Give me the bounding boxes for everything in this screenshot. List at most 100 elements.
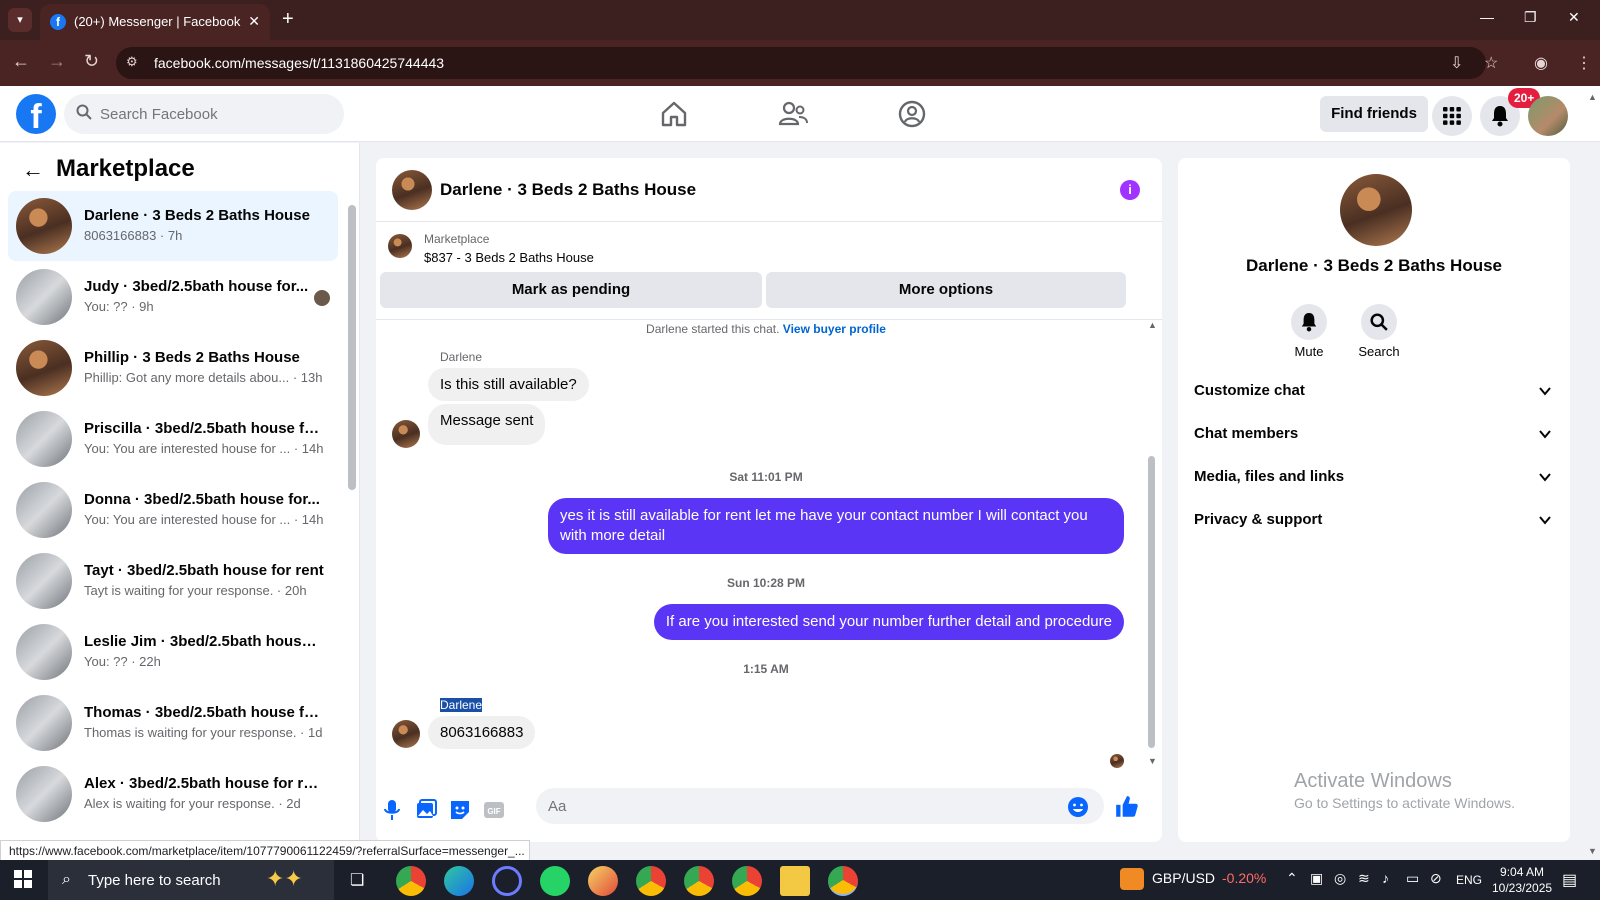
address-bar[interactable]: ⚙ facebook.com/messages/t/11318604257444… bbox=[116, 47, 1486, 79]
listing-thumbnail[interactable] bbox=[388, 234, 412, 258]
conversation-item[interactable]: Leslie Jim · 3bed/2.5bath house ... You:… bbox=[8, 617, 338, 687]
profile-icon[interactable]: ◉ bbox=[1534, 53, 1548, 73]
privacy-support-section[interactable]: Privacy & support bbox=[1194, 501, 1554, 541]
page-scroll-down-icon[interactable]: ▼ bbox=[1588, 846, 1597, 856]
back-arrow-icon[interactable]: ← bbox=[22, 157, 44, 183]
tab-search-dropdown-icon[interactable]: ▾ bbox=[8, 8, 32, 32]
file-explorer-icon[interactable] bbox=[780, 866, 810, 896]
view-buyer-profile-link[interactable]: View buyer profile bbox=[783, 322, 886, 336]
conversation-item[interactable]: Tayt · 3bed/2.5bath house for rent Tayt … bbox=[8, 546, 338, 616]
site-info-icon[interactable]: ⚙ bbox=[126, 54, 138, 70]
whatsapp-app-icon[interactable] bbox=[540, 866, 570, 896]
mark-as-pending-button[interactable]: Mark as pending bbox=[380, 272, 762, 308]
battery-icon[interactable]: ▭ bbox=[1406, 870, 1419, 887]
incoming-message[interactable]: Is this still available? bbox=[428, 368, 589, 401]
chrome-profile-icon[interactable] bbox=[636, 866, 666, 896]
conversation-item[interactable]: Judy · 3bed/2.5bath house for... You: ??… bbox=[8, 262, 338, 332]
media-files-links-section[interactable]: Media, files and links bbox=[1194, 458, 1554, 498]
chrome-app-icon[interactable] bbox=[396, 866, 426, 896]
sender-avatar[interactable] bbox=[392, 420, 420, 448]
network-off-icon[interactable]: ⊘ bbox=[1430, 870, 1442, 887]
wifi-icon[interactable]: ≋ bbox=[1358, 870, 1370, 887]
task-view-icon[interactable]: ❏ bbox=[350, 870, 364, 890]
profile-avatar[interactable] bbox=[1340, 174, 1412, 246]
mute-button[interactable]: Mute bbox=[1274, 304, 1344, 359]
customize-chat-section[interactable]: Customize chat bbox=[1194, 372, 1554, 412]
notification-center-icon[interactable]: ▤ bbox=[1562, 870, 1577, 890]
app-icon[interactable] bbox=[492, 866, 522, 896]
minimize-icon[interactable]: — bbox=[1480, 9, 1494, 25]
friends-icon[interactable] bbox=[777, 98, 809, 130]
list-scrollbar[interactable] bbox=[348, 205, 356, 490]
mute-label: Mute bbox=[1294, 344, 1324, 359]
window-close-icon[interactable]: ✕ bbox=[1568, 9, 1580, 26]
outgoing-message[interactable]: If are you interested send your number f… bbox=[653, 604, 1124, 640]
sender-avatar[interactable] bbox=[392, 720, 420, 748]
groups-icon[interactable] bbox=[896, 98, 928, 130]
conversation-item[interactable]: Thomas · 3bed/2.5bath house fo... Thomas… bbox=[8, 688, 338, 758]
new-tab-icon[interactable]: + bbox=[282, 8, 294, 31]
incoming-message[interactable]: 8063166883 bbox=[428, 716, 536, 749]
find-friends-button[interactable]: Find friends bbox=[1320, 96, 1428, 132]
more-options-button[interactable]: More options bbox=[766, 272, 1126, 308]
chat-avatar[interactable] bbox=[392, 170, 432, 210]
tab-close-icon[interactable]: ✕ bbox=[248, 13, 260, 30]
clock-date: 10/23/2025 bbox=[1492, 881, 1553, 895]
reload-icon[interactable]: ↻ bbox=[84, 51, 99, 72]
ticker-icon[interactable] bbox=[1120, 868, 1144, 890]
conversation-item[interactable]: Donna · 3bed/2.5bath house for... You: Y… bbox=[8, 475, 338, 545]
install-app-icon[interactable]: ⇩ bbox=[1450, 53, 1463, 73]
chrome-profile-icon[interactable] bbox=[684, 866, 714, 896]
edge-app-icon[interactable] bbox=[444, 866, 474, 896]
search-input[interactable] bbox=[100, 102, 330, 126]
microphone-icon[interactable] bbox=[380, 798, 404, 822]
chat-title[interactable]: Darlene · 3 Beds 2 Baths House bbox=[440, 180, 696, 200]
chat-members-section[interactable]: Chat members bbox=[1194, 415, 1554, 455]
home-icon[interactable] bbox=[658, 98, 690, 130]
browser-tab[interactable]: f (20+) Messenger | Facebook ✕ bbox=[40, 4, 270, 40]
scroll-up-arrow-icon[interactable]: ▲ bbox=[1148, 320, 1157, 330]
conversation-item[interactable]: Darlene · 3 Beds 2 Baths House 806316688… bbox=[8, 191, 338, 261]
search-in-chat-button[interactable]: Search bbox=[1344, 304, 1414, 359]
conversation-item[interactable]: Phillip · 3 Beds 2 Baths House Phillip: … bbox=[8, 333, 338, 403]
conversation-item[interactable]: Priscilla · 3bed/2.5bath house fo... You… bbox=[8, 404, 338, 474]
back-icon[interactable]: ← bbox=[12, 51, 30, 72]
thread-scrollbar[interactable] bbox=[1148, 456, 1155, 748]
account-avatar[interactable] bbox=[1528, 96, 1568, 136]
like-thumb-icon[interactable] bbox=[1114, 794, 1140, 820]
page-scroll-up-icon[interactable]: ▲ bbox=[1588, 92, 1597, 102]
forward-icon[interactable]: → bbox=[48, 51, 66, 72]
conversation-name: Thomas · 3bed/2.5bath house fo... bbox=[84, 704, 324, 721]
address-url: facebook.com/messages/t/1131860425744443 bbox=[154, 55, 445, 71]
photo-icon[interactable] bbox=[414, 798, 438, 822]
facebook-logo-icon[interactable]: f bbox=[16, 94, 56, 134]
conversation-item[interactable]: Alex · 3bed/2.5bath house for re... Alex… bbox=[8, 759, 338, 829]
avatar bbox=[16, 553, 72, 609]
gif-icon[interactable]: GIF bbox=[482, 798, 506, 822]
conversation-preview: You: ?? · 22h bbox=[84, 654, 161, 669]
chrome-profile-icon[interactable] bbox=[732, 866, 762, 896]
listing-title[interactable]: $837 - 3 Beds 2 Baths House bbox=[424, 250, 594, 265]
menu-grid-button[interactable] bbox=[1432, 96, 1472, 136]
volume-icon[interactable]: ♪ bbox=[1382, 870, 1389, 886]
emoji-icon[interactable] bbox=[1066, 795, 1090, 819]
restore-icon[interactable]: ❐ bbox=[1524, 9, 1537, 26]
info-icon[interactable]: i bbox=[1120, 180, 1140, 200]
incoming-message[interactable]: Message sent bbox=[428, 404, 546, 445]
taskbar-clock[interactable]: 9:04 AM 10/23/2025 bbox=[1492, 864, 1552, 896]
wpm-app-icon[interactable] bbox=[588, 866, 618, 896]
message-input[interactable] bbox=[536, 788, 1104, 824]
tray-app-icon[interactable]: ▣ bbox=[1310, 870, 1323, 887]
windows-start-icon[interactable] bbox=[14, 870, 32, 888]
tray-webcam-icon[interactable]: ◎ bbox=[1334, 870, 1346, 887]
chrome-menu-icon[interactable]: ⋮ bbox=[1576, 53, 1592, 73]
facebook-search[interactable] bbox=[64, 94, 344, 134]
taskbar-search[interactable]: ⌕ Type here to search ✦✦ bbox=[48, 860, 334, 900]
outgoing-message[interactable]: yes it is still available for rent let m… bbox=[548, 498, 1124, 554]
scroll-down-arrow-icon[interactable]: ▼ bbox=[1148, 756, 1157, 766]
tray-expand-icon[interactable]: ⌃ bbox=[1286, 870, 1298, 887]
chrome-active-icon[interactable] bbox=[828, 866, 858, 896]
bookmark-star-icon[interactable]: ☆ bbox=[1484, 53, 1498, 73]
sticker-icon[interactable] bbox=[448, 798, 472, 822]
language-indicator[interactable]: ENG bbox=[1456, 873, 1482, 887]
